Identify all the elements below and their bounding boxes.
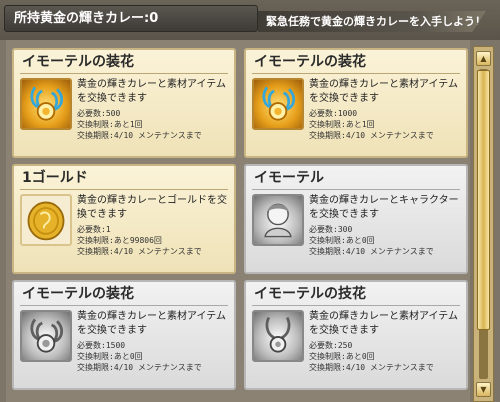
item-title: 1ゴールド bbox=[14, 166, 234, 190]
required-count: 必要数:1 bbox=[77, 225, 111, 234]
exchange-period: 交換期限:4/10 メンテナンスまで bbox=[77, 131, 202, 140]
flower-ornament-icon bbox=[252, 78, 304, 130]
exchange-period: 交換期限:4/10 メンテナンスまで bbox=[309, 363, 434, 372]
exchange-list: イモーテルの装花 黄金の輝きカレーと素材アイテムを交換できます 必要数:500 … bbox=[6, 40, 470, 402]
item-description: 黄金の輝きカレーと素材アイテムを交換できます bbox=[77, 311, 226, 336]
item-description: 黄金の輝きカレーとキャラクターを交換できます bbox=[309, 195, 459, 220]
exchange-period: 交換期限:4/10 メンテナンスまで bbox=[77, 363, 202, 372]
top-bar: 所持黄金の輝きカレー:0 緊急任務で黄金の輝きカレーを入手しよう！ bbox=[0, 0, 500, 40]
mission-banner[interactable]: 緊急任務で黄金の輝きカレーを入手しよう！ bbox=[258, 11, 486, 32]
item-title: イモーテルの装花 bbox=[246, 50, 466, 74]
scroll-down-arrow-icon[interactable]: ▼ bbox=[476, 382, 491, 397]
required-count: 必要数:250 bbox=[309, 341, 353, 350]
item-title: イモーテルの装花 bbox=[14, 50, 234, 74]
item-info: 必要数:250 交換制限:あと0回 交換期限:4/10 メンテナンスまで bbox=[309, 340, 467, 373]
item-title: イモーテル bbox=[246, 166, 466, 190]
required-count: 必要数:1500 bbox=[77, 341, 126, 350]
scroll-up-arrow-icon[interactable]: ▲ bbox=[476, 51, 491, 66]
required-count: 必要数:1000 bbox=[309, 109, 358, 118]
exchange-item-card[interactable]: イモーテルの装花 黄金の輝きカレーと素材アイテムを交換できます 必要数:1000… bbox=[244, 48, 468, 158]
flower-ornament-icon bbox=[20, 78, 72, 130]
exchange-limit: 交換制限:あと1回 bbox=[309, 120, 375, 129]
flower-ornament-icon bbox=[20, 310, 72, 362]
exchange-item-card[interactable]: イモーテルの装花 黄金の輝きカレーと素材アイテムを交換できます 必要数:1500… bbox=[12, 280, 236, 390]
required-count: 必要数:300 bbox=[309, 225, 353, 234]
item-description: 黄金の輝きカレーと素材アイテムを交換できます bbox=[77, 79, 226, 104]
exchange-limit: 交換制限:あと1回 bbox=[77, 120, 143, 129]
exchange-period: 交換期限:4/10 メンテナンスまで bbox=[309, 247, 434, 256]
currency-balance: 所持黄金の輝きカレー:0 bbox=[4, 5, 258, 32]
flower-ornament-icon bbox=[252, 310, 304, 362]
exchange-item-card[interactable]: イモーテルの装花 黄金の輝きカレーと素材アイテムを交換できます 必要数:500 … bbox=[12, 48, 236, 158]
exchange-limit: 交換制限:あと0回 bbox=[309, 352, 375, 361]
item-description: 黄金の輝きカレーと素材アイテムを交換できます bbox=[309, 79, 458, 104]
item-info: 必要数:1 交換制限:あと99806回 交換期限:4/10 メンテナンスまで bbox=[77, 224, 235, 257]
scrollbar[interactable]: ▲ ▼ bbox=[473, 46, 494, 402]
item-info: 必要数:1500 交換制限:あと0回 交換期限:4/10 メンテナンスまで bbox=[77, 340, 235, 373]
exchange-period: 交換期限:4/10 メンテナンスまで bbox=[77, 247, 202, 256]
exchange-item-card[interactable]: イモーテルの技花 黄金の輝きカレーと素材アイテムを交換できます 必要数:250 … bbox=[244, 280, 468, 390]
item-description: 黄金の輝きカレーと素材アイテムを交換できます bbox=[309, 311, 458, 336]
exchange-limit: 交換制限:あと0回 bbox=[309, 236, 375, 245]
item-info: 必要数:300 交換制限:あと0回 交換期限:4/10 メンテナンスまで bbox=[309, 224, 467, 257]
exchange-item-card[interactable]: 1ゴールド 黄金の輝きカレーとゴールドを交換できます 必要数:1 交換制限:あと… bbox=[12, 164, 236, 274]
scroll-thumb[interactable] bbox=[477, 70, 490, 330]
item-title: イモーテルの技花 bbox=[246, 282, 466, 306]
exchange-limit: 交換制限:あと99806回 bbox=[77, 236, 162, 245]
exchange-period: 交換期限:4/10 メンテナンスまで bbox=[309, 131, 434, 140]
item-info: 必要数:500 交換制限:あと1回 交換期限:4/10 メンテナンスまで bbox=[77, 108, 235, 141]
item-title: イモーテルの装花 bbox=[14, 282, 234, 306]
character-portrait-icon bbox=[252, 194, 304, 246]
exchange-item-card[interactable]: イモーテル 黄金の輝きカレーとキャラクターを交換できます 必要数:300 交換制… bbox=[244, 164, 468, 274]
required-count: 必要数:500 bbox=[77, 109, 121, 118]
exchange-limit: 交換制限:あと0回 bbox=[77, 352, 143, 361]
gold-coin-icon bbox=[20, 194, 72, 246]
item-info: 必要数:1000 交換制限:あと1回 交換期限:4/10 メンテナンスまで bbox=[309, 108, 467, 141]
item-description: 黄金の輝きカレーとゴールドを交換できます bbox=[77, 195, 227, 220]
